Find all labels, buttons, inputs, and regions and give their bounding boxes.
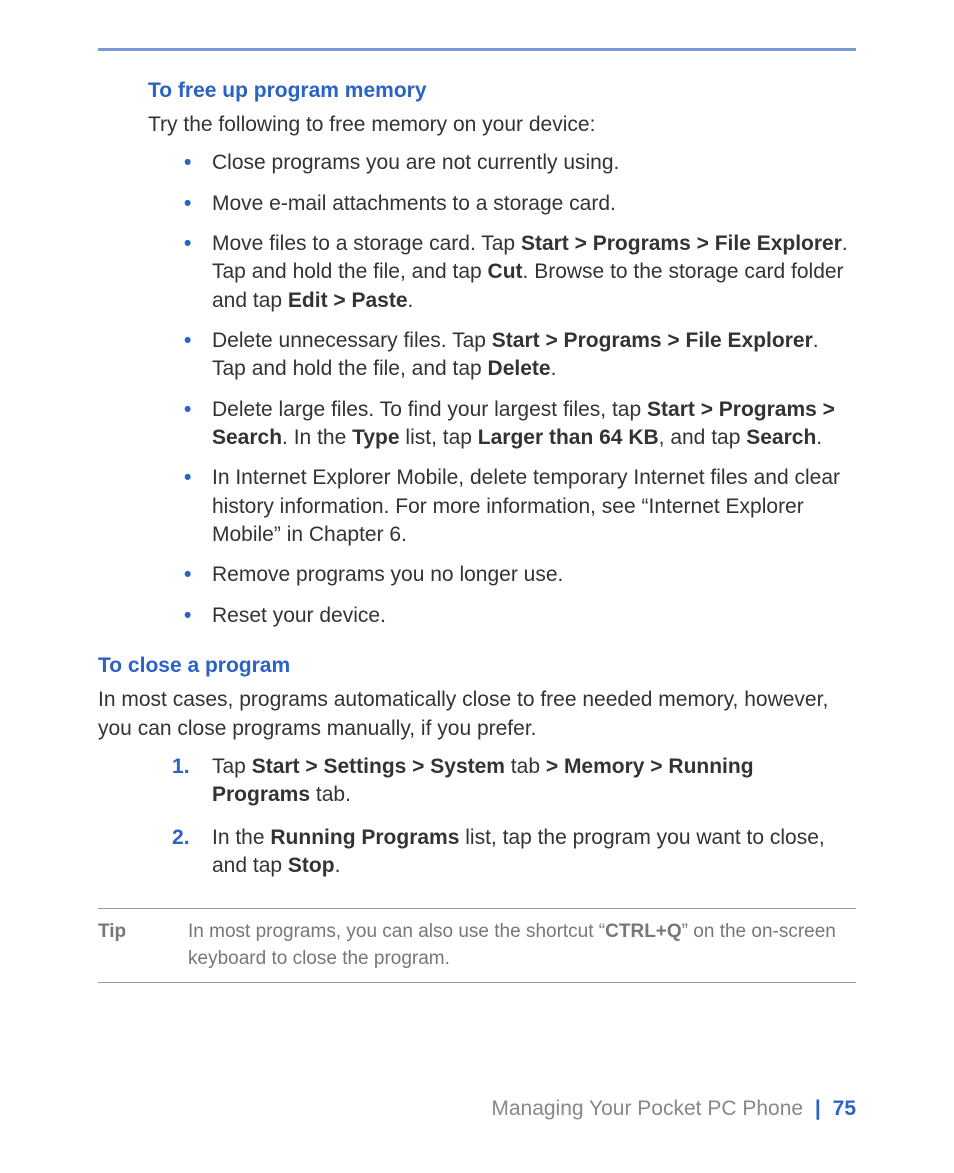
text: Close programs you are not currently usi… — [212, 151, 619, 174]
bold-text: Delete — [488, 357, 551, 380]
list-item: Delete large files. To find your largest… — [178, 396, 856, 453]
bold-text: Type — [352, 426, 399, 449]
text: . — [335, 854, 341, 877]
bold-text: Edit > Paste — [288, 289, 408, 312]
footer-divider: | — [815, 1097, 821, 1120]
text: , and tap — [659, 426, 747, 449]
text: Move e-mail attachments to a storage car… — [212, 192, 616, 215]
text: In most programs, you can also use the s… — [188, 921, 605, 942]
page-footer: Managing Your Pocket PC Phone | 75 — [491, 1097, 856, 1121]
text: tab — [505, 755, 546, 778]
text: Delete unnecessary files. Tap — [212, 329, 492, 352]
list-item: In the Running Programs list, tap the pr… — [154, 824, 856, 881]
footer-title: Managing Your Pocket PC Phone — [491, 1097, 803, 1120]
list-item: Reset your device. — [178, 602, 856, 630]
tip-body: In most programs, you can also use the s… — [188, 919, 856, 972]
section-heading-free-memory: To free up program memory — [148, 79, 856, 103]
list-item: Tap Start > Settings > System tab > Memo… — [154, 753, 856, 810]
text: Remove programs you no longer use. — [212, 563, 563, 586]
text: . — [408, 289, 414, 312]
bold-text: Stop — [288, 854, 335, 877]
section-heading-close-program: To close a program — [98, 654, 856, 678]
bold-text: Start > Programs > File Explorer — [521, 232, 842, 255]
list-item: Close programs you are not currently usi… — [178, 149, 856, 177]
text: Delete large files. To find your largest… — [212, 398, 647, 421]
text: Tap — [212, 755, 252, 778]
bold-text: Start > Settings > System — [252, 755, 505, 778]
text: . — [816, 426, 822, 449]
bullet-list: Close programs you are not currently usi… — [178, 149, 856, 630]
text: tab. — [310, 783, 351, 806]
list-item: Remove programs you no longer use. — [178, 561, 856, 589]
tip-label: Tip — [98, 919, 188, 946]
bold-text: Start > Programs > File Explorer — [492, 329, 813, 352]
text: . — [551, 357, 557, 380]
list-item: In Internet Explorer Mobile, delete temp… — [178, 464, 856, 549]
bold-text: Running Programs — [270, 826, 459, 849]
numbered-list: Tap Start > Settings > System tab > Memo… — [154, 753, 856, 880]
bold-text: Larger than 64 KB — [478, 426, 659, 449]
section-intro: Try the following to free memory on your… — [148, 111, 856, 139]
text: . In the — [282, 426, 352, 449]
list-item: Move files to a storage card. Tap Start … — [178, 230, 856, 315]
list-item: Delete unnecessary files. Tap Start > Pr… — [178, 327, 856, 384]
text: In Internet Explorer Mobile, delete temp… — [212, 466, 840, 546]
document-page: To free up program memory Try the follow… — [0, 0, 954, 1173]
text: list, tap — [400, 426, 478, 449]
bold-text: CTRL+Q — [605, 921, 682, 942]
text: In the — [212, 826, 270, 849]
bold-text: Search — [746, 426, 816, 449]
list-item: Move e-mail attachments to a storage car… — [178, 190, 856, 218]
top-rule — [98, 48, 856, 51]
tip-block: Tip In most programs, you can also use t… — [98, 908, 856, 983]
page-number: 75 — [833, 1097, 856, 1120]
text: Reset your device. — [212, 604, 386, 627]
text: Move files to a storage card. Tap — [212, 232, 521, 255]
bold-text: Cut — [488, 260, 523, 283]
section-intro: In most cases, programs automatically cl… — [98, 686, 856, 743]
